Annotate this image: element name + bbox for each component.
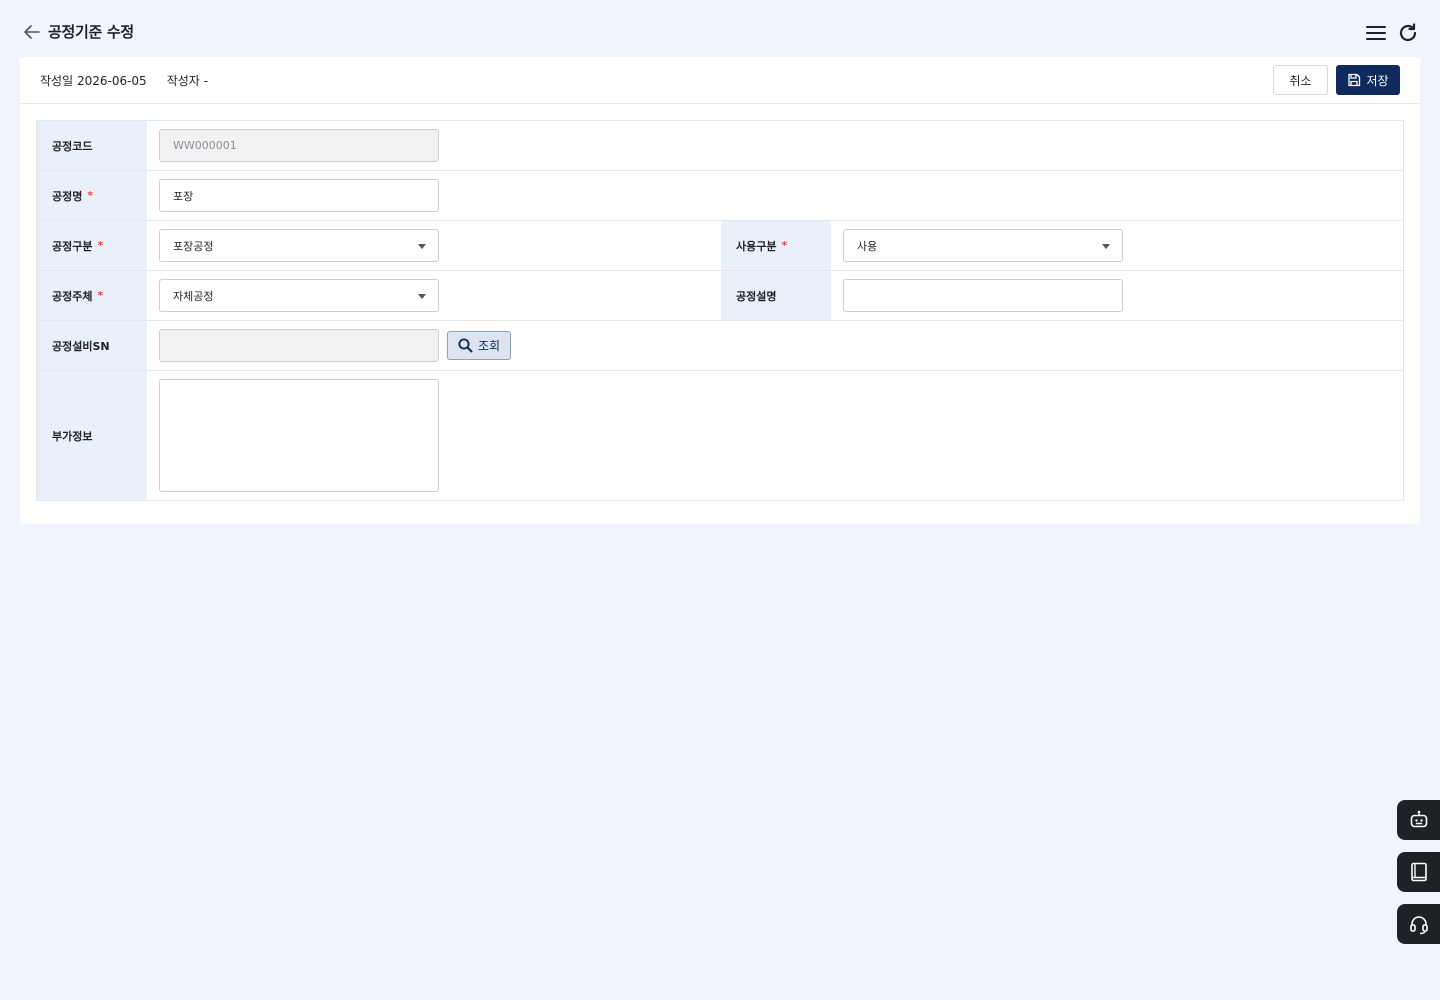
process-code-input: WW000001 [159, 129, 439, 162]
form-card: 작성일 2026-06-05 작성자 - 취소 저장 공정코드 WW000001… [20, 57, 1420, 524]
search-button[interactable]: 조회 [447, 331, 511, 360]
headset-support-icon[interactable] [1397, 904, 1440, 944]
process-desc-label: 공정설명 [721, 271, 831, 320]
chatbot-icon[interactable] [1397, 800, 1440, 840]
top-bar: 공정기준 수정 [0, 0, 1440, 64]
process-owner-label: 공정주체 * [37, 271, 147, 320]
caret-down-icon [1102, 244, 1110, 249]
meta-info: 작성일 2026-06-05 작성자 - [40, 72, 208, 89]
equipment-sn-input [159, 329, 439, 362]
use-type-select[interactable]: 사용 [843, 229, 1123, 262]
save-icon [1348, 73, 1361, 87]
equipment-sn-label: 공정설비SN [37, 321, 147, 370]
required-mark: * [781, 239, 788, 252]
created-date: 작성일 2026-06-05 [40, 74, 147, 88]
process-type-select[interactable]: 포장공정 [159, 229, 439, 262]
search-label: 조회 [477, 339, 501, 353]
process-type-label: 공정구분 * [37, 221, 147, 270]
search-icon [458, 338, 473, 353]
save-button[interactable]: 저장 [1336, 65, 1400, 95]
divider [20, 103, 1420, 104]
process-owner-select[interactable]: 자체공정 [159, 279, 439, 312]
row-process-owner: 공정주체 * 자체공정 공정설명 [37, 271, 1403, 321]
process-name-label: 공정명 * [37, 171, 147, 220]
row-extra-info: 부가정보 [37, 371, 1403, 500]
row-process-name: 공정명 * 포장 [37, 171, 1403, 221]
refresh-icon[interactable] [1397, 22, 1419, 44]
author: 작성자 - [166, 74, 208, 88]
page-title: 공정기준 수정 [48, 23, 134, 41]
required-mark: * [87, 189, 94, 202]
process-desc-input[interactable] [843, 279, 1123, 312]
manual-book-icon[interactable] [1397, 852, 1440, 892]
cancel-button[interactable]: 취소 [1273, 65, 1328, 95]
save-label: 저장 [1366, 73, 1389, 88]
row-process-code: 공정코드 WW000001 [37, 121, 1403, 171]
process-form: 공정코드 WW000001 공정명 * 포장 공정구분 * 포장공정 사용구분 * 사… [36, 120, 1404, 501]
caret-down-icon [418, 244, 426, 249]
process-code-label: 공정코드 [37, 121, 147, 170]
process-name-input[interactable]: 포장 [159, 179, 439, 212]
use-type-label: 사용구분 * [721, 221, 831, 270]
caret-down-icon [418, 294, 426, 299]
required-mark: * [97, 239, 104, 252]
extra-info-textarea[interactable] [159, 379, 439, 492]
row-process-type: 공정구분 * 포장공정 사용구분 * 사용 [37, 221, 1403, 271]
required-mark: * [97, 289, 104, 302]
extra-info-label: 부가정보 [37, 371, 147, 500]
arrow-left-icon[interactable] [22, 22, 42, 42]
row-equipment-sn: 공정설비SN 조회 [37, 321, 1403, 371]
hamburger-icon[interactable] [1364, 22, 1388, 44]
